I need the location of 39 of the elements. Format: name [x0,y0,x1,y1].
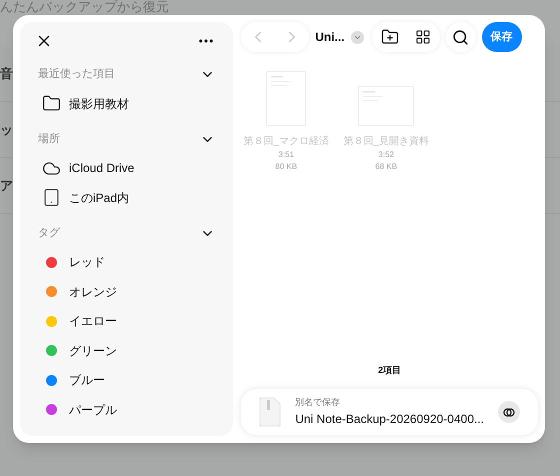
sidebar-item[interactable]: ブルー [69,371,105,390]
folder-icon [42,94,61,114]
row-label: ッ [0,120,13,139]
page-title: んたんバックアップから復元 [0,0,169,14]
document-thumbnail[interactable] [266,71,306,126]
save-as-label: 別名で保存 [295,396,342,410]
sidebar-item[interactable]: iCloud Drive [69,159,134,178]
tags-icon [503,408,515,416]
location-title[interactable]: Uni... [315,28,345,46]
tag-button[interactable] [498,401,520,423]
search-icon [452,28,470,46]
section-header: 場所 [38,132,60,147]
sidebar-item[interactable]: このiPad内 [69,188,130,207]
section-header: 最近使った項目 [38,67,115,82]
sidebar-item[interactable]: 撮影用教材 [69,94,129,113]
sidebar-item[interactable]: グリーン [69,342,117,360]
file-name: 第８回_見開き資料 [343,134,429,149]
file-time: 3:52 [378,149,394,161]
sidebar-item[interactable]: レッド [69,253,105,272]
tablet-icon [42,188,61,208]
new-folder-icon[interactable] [380,28,399,46]
document-thumbnail[interactable] [358,86,414,126]
section-header: タグ [38,226,60,241]
save-button[interactable]: 保存 [482,22,522,52]
file-name: 第８回_マクロ経済 [243,134,329,149]
grid-icon[interactable] [414,29,431,45]
sidebar-item[interactable]: パープル [69,400,117,419]
file-time: 3:51 [278,149,294,161]
filename-field[interactable]: Uni Note-Backup-20260920-0400... [295,410,484,428]
item-count: 2項目 [378,364,402,377]
row-label: 音 [0,64,13,83]
sidebar-item[interactable]: イエロー [69,312,117,330]
file-size: 68 KB [375,161,398,173]
dropdown-icon[interactable] [350,30,364,44]
file-size: 80 KB [275,161,298,173]
row-label: ア [0,176,13,195]
search-button[interactable] [446,22,476,52]
zip-file-icon [259,397,282,427]
sidebar-item[interactable]: オレンジ [69,282,117,301]
